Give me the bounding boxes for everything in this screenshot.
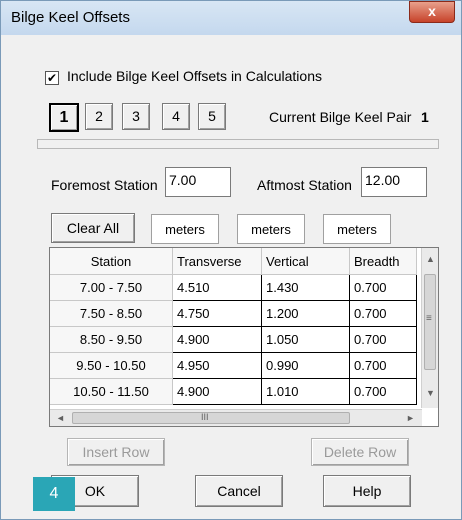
pair-4-button[interactable]: 4 — [162, 103, 190, 130]
vertical-cell[interactable]: 1.010 — [261, 378, 350, 405]
scroll-down-icon[interactable]: ▼ — [426, 388, 435, 398]
pair-3-button[interactable]: 3 — [122, 103, 150, 130]
transverse-cell[interactable]: 4.950 — [172, 352, 262, 379]
breadth-cell[interactable]: 0.700 — [349, 274, 417, 301]
offsets-table: Station Transverse Vertical Breadth 7.00… — [50, 248, 417, 405]
table-row[interactable]: 7.50 - 8.50 4.750 1.200 0.700 — [50, 300, 417, 327]
pair-1-button[interactable]: 1 — [49, 103, 79, 132]
cancel-button[interactable]: Cancel — [195, 475, 283, 507]
dialog-window: Bilge Keel Offsets x ✔ Include Bilge Kee… — [0, 0, 462, 520]
insert-row-button[interactable]: Insert Row — [67, 438, 165, 466]
foremost-station-label: Foremost Station — [51, 177, 158, 193]
vertical-cell[interactable]: 1.430 — [261, 274, 350, 301]
table-row[interactable]: 7.00 - 7.50 4.510 1.430 0.700 — [50, 274, 417, 301]
table-row[interactable]: 10.50 - 11.50 4.900 1.010 0.700 — [50, 378, 417, 405]
grip-icon: ≡ — [426, 313, 432, 324]
horizontal-scrollbar[interactable]: ◄ III ► — [50, 409, 422, 426]
breadth-cell[interactable]: 0.700 — [349, 352, 417, 379]
breadth-unit: meters — [323, 214, 391, 244]
transverse-cell[interactable]: 4.750 — [172, 300, 262, 327]
breadth-cell[interactable]: 0.700 — [349, 300, 417, 327]
horizontal-scroll-thumb[interactable]: III — [72, 412, 350, 424]
transverse-cell[interactable]: 4.900 — [172, 378, 262, 405]
title-bar[interactable]: Bilge Keel Offsets x — [1, 1, 461, 35]
aftmost-station-label: Aftmost Station — [257, 177, 352, 193]
vertical-unit: meters — [237, 214, 305, 244]
column-header-vertical: Vertical — [261, 248, 350, 275]
vertical-cell[interactable]: 1.200 — [261, 300, 350, 327]
transverse-cell[interactable]: 4.510 — [172, 274, 262, 301]
station-cell: 7.00 - 7.50 — [50, 274, 173, 301]
table-row[interactable]: 9.50 - 10.50 4.950 0.990 0.700 — [50, 352, 417, 379]
delete-row-button[interactable]: Delete Row — [311, 438, 409, 466]
vertical-cell[interactable]: 0.990 — [261, 352, 350, 379]
current-pair-value: 1 — [421, 109, 429, 125]
foremost-station-input[interactable]: 7.00 — [165, 167, 231, 197]
include-offsets-checkbox[interactable]: ✔ — [45, 71, 59, 85]
transverse-unit: meters — [151, 214, 219, 244]
scroll-right-icon[interactable]: ► — [406, 413, 415, 423]
column-header-transverse: Transverse — [172, 248, 262, 275]
separator-bar — [37, 139, 439, 149]
step-number-badge: 4 — [33, 477, 75, 511]
column-header-breadth: Breadth — [349, 248, 417, 275]
breadth-cell[interactable]: 0.700 — [349, 326, 417, 353]
aftmost-station-input[interactable]: 12.00 — [361, 167, 427, 197]
pair-2-button[interactable]: 2 — [85, 103, 113, 130]
grip-icon: III — [201, 412, 209, 422]
breadth-cell[interactable]: 0.700 — [349, 378, 417, 405]
pair-5-button[interactable]: 5 — [198, 103, 226, 130]
help-button[interactable]: Help — [323, 475, 411, 507]
table-row[interactable]: 8.50 - 9.50 4.900 1.050 0.700 — [50, 326, 417, 353]
vertical-scrollbar[interactable]: ▲ ≡ ▼ — [421, 248, 438, 408]
scroll-up-icon[interactable]: ▲ — [426, 254, 435, 264]
clear-all-button[interactable]: Clear All — [51, 213, 135, 243]
station-cell: 9.50 - 10.50 — [50, 352, 173, 379]
station-cell: 8.50 - 9.50 — [50, 326, 173, 353]
vertical-cell[interactable]: 1.050 — [261, 326, 350, 353]
current-pair-label: Current Bilge Keel Pair — [269, 109, 412, 125]
transverse-cell[interactable]: 4.900 — [172, 326, 262, 353]
table-header-row: Station Transverse Vertical Breadth — [50, 248, 417, 275]
column-header-station: Station — [50, 248, 173, 275]
offsets-grid[interactable]: Station Transverse Vertical Breadth 7.00… — [49, 247, 439, 427]
window-title: Bilge Keel Offsets — [11, 9, 130, 26]
close-button[interactable]: x — [409, 1, 455, 23]
include-offsets-label: Include Bilge Keel Offsets in Calculatio… — [67, 68, 322, 84]
vertical-scroll-thumb[interactable]: ≡ — [424, 274, 436, 370]
scroll-left-icon[interactable]: ◄ — [56, 413, 65, 423]
station-cell: 10.50 - 11.50 — [50, 378, 173, 405]
station-cell: 7.50 - 8.50 — [50, 300, 173, 327]
